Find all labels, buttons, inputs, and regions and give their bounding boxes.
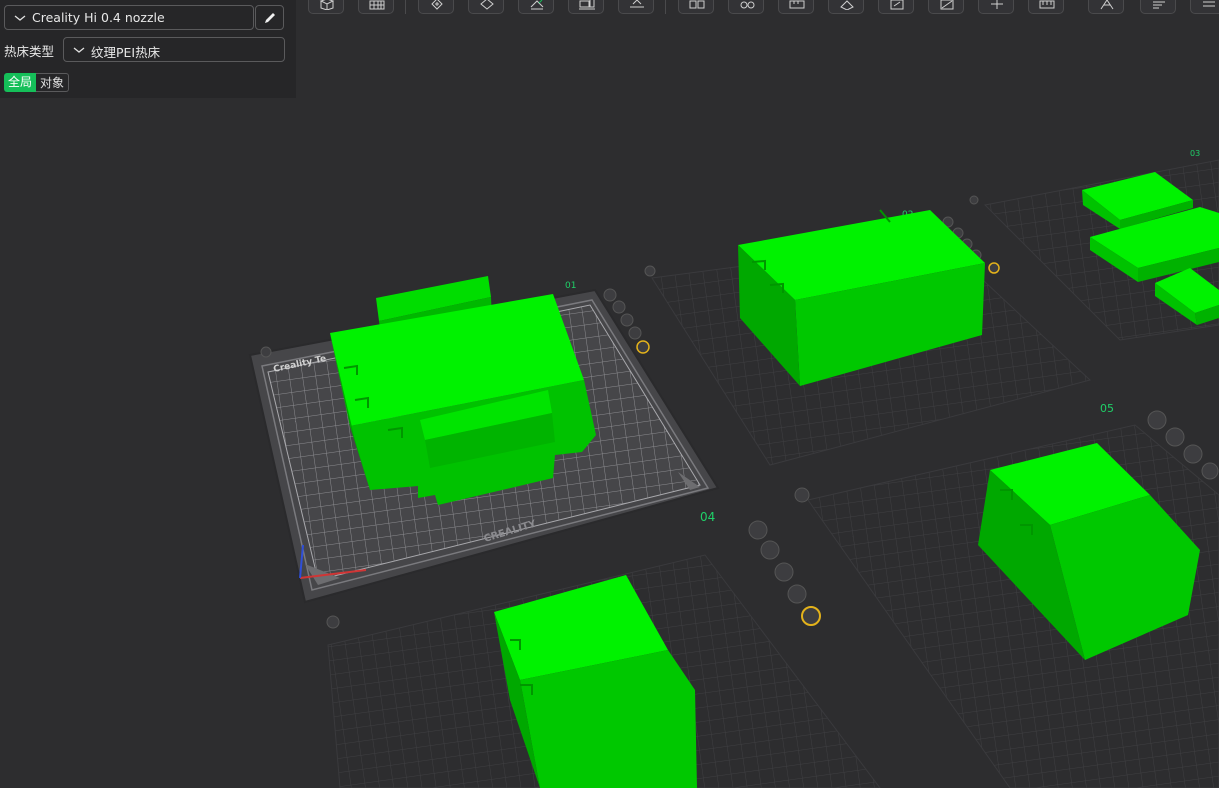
plate-icon[interactable] (568, 0, 604, 14)
main-toolbar (300, 0, 1219, 22)
plate-03-name-icon[interactable] (969, 195, 979, 205)
scope-toggle: 全局 对象 (4, 73, 70, 92)
plate-04-tools[interactable] (748, 487, 821, 626)
variable-layer-icon[interactable] (1140, 0, 1176, 14)
edit-printer-button[interactable] (255, 5, 284, 30)
split-objects-icon[interactable] (678, 0, 714, 14)
plate-01-settings-icon[interactable] (636, 340, 650, 354)
plate-05-lock-icon[interactable] (1201, 462, 1219, 480)
plate-05-orient-icon[interactable] (1183, 444, 1203, 464)
scope-global-tab[interactable]: 全局 (4, 73, 37, 92)
pencil-icon (265, 13, 275, 23)
orient-icon[interactable] (468, 0, 504, 14)
plate-04-delete-icon[interactable] (748, 520, 768, 540)
plate-01-delete-icon[interactable] (603, 288, 617, 302)
printer-preset-value: Creality Hi 0.4 nozzle (32, 10, 165, 25)
plate-04-arrange-icon[interactable] (760, 540, 780, 560)
print-settings-panel: Creality Hi 0.4 nozzle 热床类型 纹理PEI热床 全局 对… (0, 0, 296, 98)
measure-icon[interactable] (778, 0, 814, 14)
chevron-down-icon (14, 15, 26, 21)
plate-02-settings-icon[interactable] (988, 262, 1000, 274)
plate-number-05: 05 (1100, 402, 1114, 415)
support-paint-icon[interactable] (828, 0, 864, 14)
plate-number-03: 03 (1190, 149, 1200, 158)
plate-05-delete-icon[interactable] (1147, 410, 1167, 430)
plate-01-name-icon[interactable] (260, 346, 272, 358)
split-parts-icon[interactable] (728, 0, 764, 14)
plate-number-04: 04 (700, 510, 715, 524)
plate-04-orient-icon[interactable] (774, 562, 794, 582)
more-icon[interactable] (1190, 0, 1219, 14)
plate-05-arrange-icon[interactable] (1165, 427, 1185, 447)
assembly-icon[interactable] (1028, 0, 1064, 14)
plate-04-name-icon[interactable] (794, 487, 810, 503)
bed-type-label: 热床类型 (4, 44, 55, 59)
grid-icon[interactable] (358, 0, 394, 14)
3d-viewport[interactable]: CREALITY Creality Te 01 02 03 04 05 (0, 0, 1219, 788)
plate-01-lock-icon[interactable] (628, 326, 642, 340)
chevron-down-icon (73, 47, 85, 53)
bed-type-dropdown[interactable]: 纹理PEI热床 (63, 37, 285, 62)
printer-preset-dropdown[interactable]: Creality Hi 0.4 nozzle (4, 5, 254, 30)
auto-arrange-icon[interactable] (518, 0, 554, 14)
seam-paint-icon[interactable] (878, 0, 914, 14)
scope-object-tab[interactable]: 对象 (36, 73, 70, 92)
plate-02-name-icon[interactable] (644, 265, 656, 277)
plate-04-lock-icon[interactable] (787, 584, 807, 604)
plate-number-01: 01 (565, 281, 576, 291)
cut-icon[interactable] (978, 0, 1014, 14)
bed-type-value: 纹理PEI热床 (91, 45, 161, 60)
text-emboss-icon[interactable] (1088, 0, 1124, 14)
add-model-icon[interactable] (418, 0, 454, 14)
plate-01-arrange-icon[interactable] (612, 300, 626, 314)
color-paint-icon[interactable] (928, 0, 964, 14)
plate-04-settings-icon[interactable] (801, 606, 821, 626)
plate-01-orient-icon[interactable] (620, 313, 634, 327)
lay-on-face-icon[interactable] (618, 0, 654, 14)
plate-01-edit-icon[interactable] (326, 615, 340, 629)
view-cube-icon[interactable] (308, 0, 344, 14)
